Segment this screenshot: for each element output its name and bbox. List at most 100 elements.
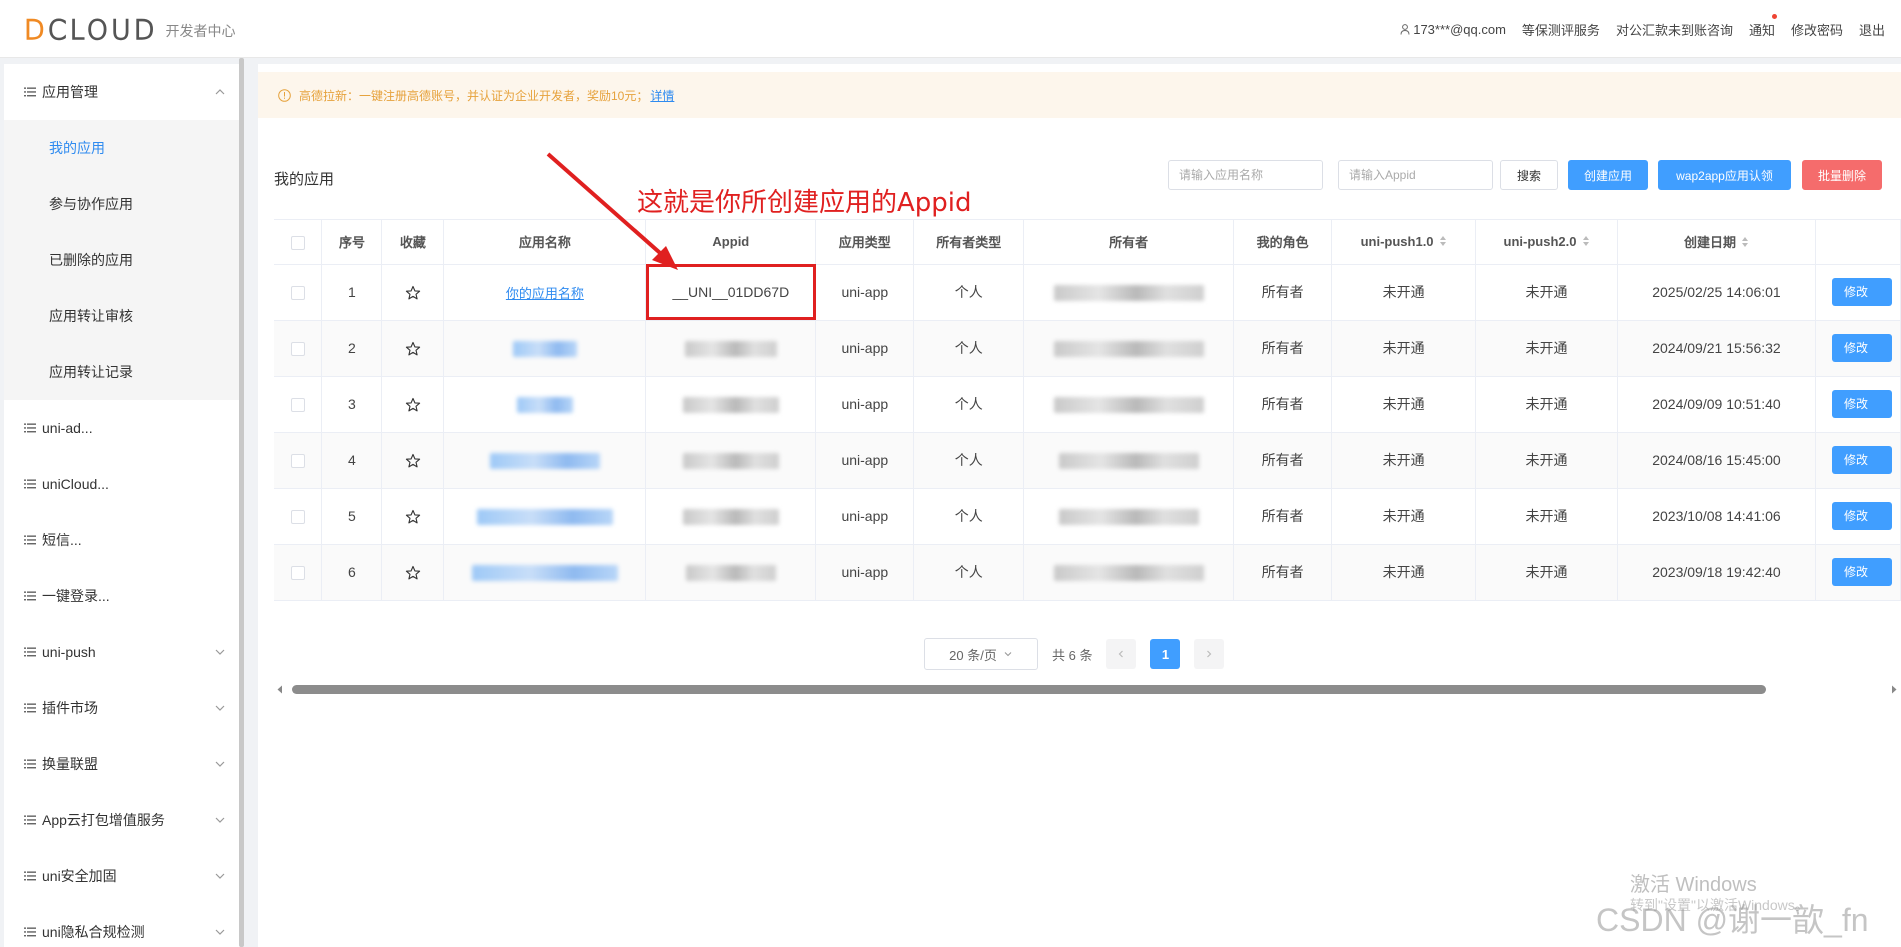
list-icon xyxy=(24,479,36,489)
row-checkbox[interactable] xyxy=(290,398,305,413)
row-select-cell[interactable] xyxy=(274,432,323,489)
row-favorite-cell[interactable] xyxy=(381,488,445,545)
edit-button[interactable]: 修改 xyxy=(1831,446,1892,474)
star-icon[interactable] xyxy=(405,397,421,413)
batch-delete-button[interactable]: 批量删除 xyxy=(1802,160,1882,190)
wap2app-claim-button[interactable]: wap2app应用认领 xyxy=(1658,160,1791,190)
search-button[interactable]: 搜索 xyxy=(1500,160,1558,190)
apps-table: 序号 收藏 应用名称 Appid 应用类型 所有者类型 所有者 我的角色 uni… xyxy=(274,219,1901,671)
redacted-app-name[interactable] xyxy=(516,396,573,413)
link-logout[interactable]: 退出 xyxy=(1859,20,1885,39)
row-push2: 未开通 xyxy=(1475,320,1618,377)
col-push2[interactable]: uni-push2.0 xyxy=(1475,220,1618,265)
row-checkbox[interactable] xyxy=(290,342,305,357)
row-select-cell[interactable] xyxy=(274,544,323,601)
star-icon[interactable] xyxy=(405,341,421,357)
row-checkbox[interactable] xyxy=(290,510,305,525)
edit-button[interactable]: 修改 xyxy=(1831,558,1892,586)
col-actions xyxy=(1815,220,1901,265)
edit-button[interactable]: 修改 xyxy=(1831,390,1892,418)
link-change-password[interactable]: 修改密码 xyxy=(1791,20,1843,39)
sidebar-scrollbar[interactable] xyxy=(239,58,244,947)
sidebar-group-cloud-build[interactable]: App云打包增值服务 xyxy=(4,792,240,848)
row-role: 所有者 xyxy=(1233,376,1333,433)
redacted-app-name[interactable] xyxy=(471,564,618,581)
row-checkbox[interactable] xyxy=(290,566,305,581)
row-select-cell[interactable] xyxy=(274,376,323,433)
link-security-assessment[interactable]: 等保测评服务 xyxy=(1522,20,1600,39)
row-push1: 未开通 xyxy=(1331,320,1477,377)
sidebar-item-deleted-apps[interactable]: 已删除的应用 xyxy=(4,232,240,288)
col-index: 序号 xyxy=(321,220,383,265)
sidebar-group-app-management[interactable]: 应用管理 xyxy=(4,64,240,120)
sidebar-item-transfer-records[interactable]: 应用转让记录 xyxy=(4,344,240,400)
row-favorite-cell[interactable] xyxy=(381,544,445,601)
row-app-type: uni-app xyxy=(815,376,915,433)
sort-icon[interactable] xyxy=(1582,235,1590,247)
row-favorite-cell[interactable] xyxy=(381,376,445,433)
row-favorite-cell[interactable] xyxy=(381,320,445,377)
star-icon[interactable] xyxy=(405,509,421,525)
col-created-date[interactable]: 创建日期 xyxy=(1617,220,1816,265)
table-horizontal-scrollbar[interactable] xyxy=(274,682,1901,696)
row-favorite-cell[interactable] xyxy=(381,432,445,489)
link-notifications[interactable]: 通知 xyxy=(1749,14,1777,39)
sidebar-item-my-apps[interactable]: 我的应用 xyxy=(4,120,240,176)
select-all-checkbox[interactable] xyxy=(290,235,305,250)
table-row: 2 uni-app 个人 所有者 未开通 未开通 2024/09/21 15:5… xyxy=(274,320,1901,377)
sidebar-group-uni-push[interactable]: uni-push xyxy=(4,624,240,680)
page-size-select[interactable]: 20 条/页 xyxy=(924,638,1038,670)
sidebar-item-transfer-review[interactable]: 应用转让审核 xyxy=(4,288,240,344)
star-icon[interactable] xyxy=(405,565,421,581)
col-app-name: 应用名称 xyxy=(443,220,647,265)
edit-button[interactable]: 修改 xyxy=(1831,278,1892,306)
appid-search-input[interactable] xyxy=(1338,160,1493,190)
redacted-owner xyxy=(1058,508,1199,525)
prev-page-button[interactable] xyxy=(1106,639,1137,669)
redacted-app-name[interactable] xyxy=(512,340,577,357)
page-button-current[interactable]: 1 xyxy=(1150,639,1181,669)
sidebar-group-unicloud[interactable]: uniCloud... xyxy=(4,456,240,512)
row-select-cell[interactable] xyxy=(274,320,323,377)
col-push1[interactable]: uni-push1.0 xyxy=(1331,220,1477,265)
scroll-left-icon[interactable] xyxy=(276,685,284,694)
redacted-app-name[interactable] xyxy=(476,508,613,525)
user-account[interactable]: 173***@qq.com xyxy=(1400,22,1506,37)
list-icon xyxy=(24,759,36,769)
row-role: 所有者 xyxy=(1233,264,1333,321)
redacted-app-name[interactable] xyxy=(489,452,600,469)
sidebar-group-security-hardening[interactable]: uni安全加固 xyxy=(4,848,240,904)
row-actions-cell: 修改 xyxy=(1815,432,1901,489)
next-page-button[interactable] xyxy=(1194,639,1225,669)
row-push2: 未开通 xyxy=(1475,376,1618,433)
sort-icon[interactable] xyxy=(1741,236,1749,248)
dcloud-logo[interactable]: DCLOUD 开发者中心 xyxy=(23,15,235,46)
scroll-right-icon[interactable] xyxy=(1890,685,1898,694)
notice-details-link[interactable]: 详情 xyxy=(650,87,674,104)
scrollbar-thumb[interactable] xyxy=(292,685,1766,694)
star-icon[interactable] xyxy=(405,285,421,301)
sidebar-group-sms[interactable]: 短信... xyxy=(4,512,240,568)
app-name-search-input[interactable] xyxy=(1168,160,1323,190)
edit-button[interactable]: 修改 xyxy=(1831,502,1892,530)
row-favorite-cell[interactable] xyxy=(381,264,445,321)
app-name-link[interactable]: 你的应用名称 xyxy=(506,286,584,301)
star-icon[interactable] xyxy=(405,453,421,469)
sidebar-item-collab-apps[interactable]: 参与协作应用 xyxy=(4,176,240,232)
edit-button[interactable]: 修改 xyxy=(1831,334,1892,362)
select-all-cell[interactable] xyxy=(274,220,323,265)
user-icon xyxy=(1400,24,1410,35)
row-checkbox[interactable] xyxy=(290,286,305,301)
row-checkbox[interactable] xyxy=(290,454,305,469)
sort-icon[interactable] xyxy=(1439,235,1447,247)
sidebar-group-traffic-exchange[interactable]: 换量联盟 xyxy=(4,736,240,792)
create-app-button[interactable]: 创建应用 xyxy=(1568,160,1648,190)
sidebar-group-one-click-login[interactable]: 一键登录... xyxy=(4,568,240,624)
sidebar-group-uni-ad[interactable]: uni-ad... xyxy=(4,400,240,456)
link-transfer-inquiry[interactable]: 对公汇款未到账咨询 xyxy=(1616,20,1733,39)
row-owner-cell xyxy=(1023,376,1235,433)
sidebar-group-privacy-check[interactable]: uni隐私合规检测 xyxy=(4,904,240,947)
row-select-cell[interactable] xyxy=(274,488,323,545)
sidebar-group-plugin-market[interactable]: 插件市场 xyxy=(4,680,240,736)
row-select-cell[interactable] xyxy=(274,264,323,321)
